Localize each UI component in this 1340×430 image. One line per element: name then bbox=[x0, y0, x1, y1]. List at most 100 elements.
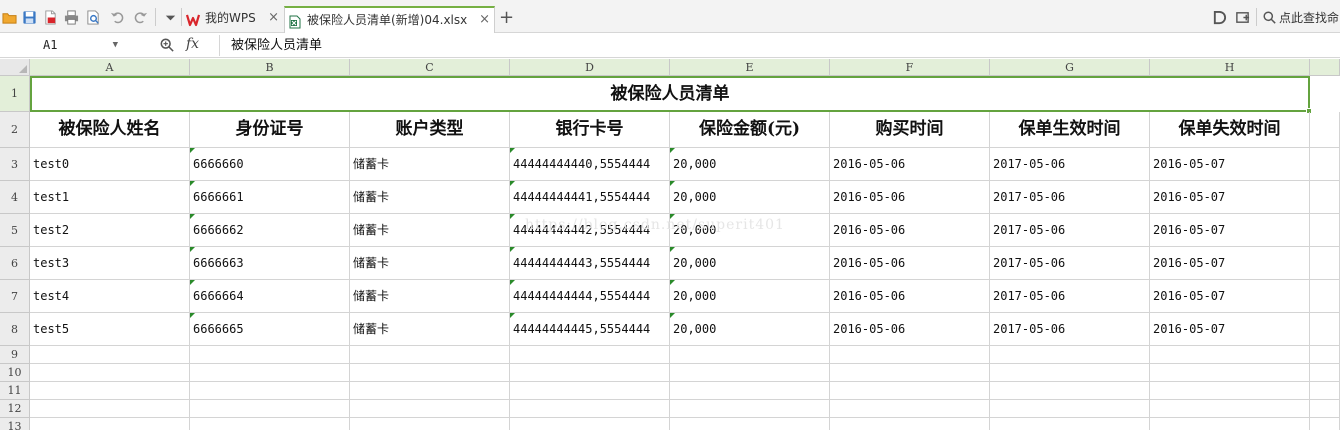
spreadsheet-grid[interactable]: 被保险人员清单 A B C D E F G H 1 2 被保险人姓名 身份证号 账户类型 银行卡号 保险金额… bbox=[0, 59, 1340, 430]
row-header[interactable]: 6 bbox=[0, 247, 30, 280]
grid-cell[interactable] bbox=[990, 418, 1150, 430]
table-cell[interactable]: 44444444441,5554444 bbox=[510, 181, 670, 214]
font-d-icon[interactable] bbox=[1212, 10, 1227, 25]
row-header[interactable]: 7 bbox=[0, 280, 30, 313]
row-header[interactable]: 8 bbox=[0, 313, 30, 346]
table-cell[interactable]: 2016-05-07 bbox=[1150, 247, 1310, 280]
table-cell[interactable]: test3 bbox=[30, 247, 190, 280]
dropdown-icon[interactable] bbox=[163, 10, 178, 25]
table-cell[interactable]: 44444444440,5554444 bbox=[510, 148, 670, 181]
table-cell[interactable]: 储蓄卡 bbox=[350, 181, 510, 214]
grid-cell[interactable] bbox=[990, 346, 1150, 364]
grid-cell[interactable] bbox=[1310, 181, 1340, 214]
column-title-cell[interactable]: 身份证号 bbox=[190, 112, 350, 148]
row-header[interactable]: 2 bbox=[0, 112, 30, 148]
grid-cell[interactable] bbox=[1150, 364, 1310, 382]
row-header[interactable]: 12 bbox=[0, 400, 30, 418]
grid-cell[interactable] bbox=[990, 382, 1150, 400]
grid-cell[interactable] bbox=[1310, 313, 1340, 346]
column-title-cell[interactable]: 账户类型 bbox=[350, 112, 510, 148]
row-header[interactable]: 9 bbox=[0, 346, 30, 364]
grid-cell[interactable] bbox=[670, 364, 830, 382]
column-header[interactable]: E bbox=[670, 59, 830, 76]
table-cell[interactable]: 2016-05-06 bbox=[830, 247, 990, 280]
row-header[interactable]: 5 bbox=[0, 214, 30, 247]
column-header[interactable]: D bbox=[510, 59, 670, 76]
table-cell[interactable]: 2017-05-06 bbox=[990, 313, 1150, 346]
table-cell[interactable]: 44444444445,5554444 bbox=[510, 313, 670, 346]
row-header[interactable]: 11 bbox=[0, 382, 30, 400]
column-title-cell[interactable]: 保单生效时间 bbox=[990, 112, 1150, 148]
column-header[interactable]: F bbox=[830, 59, 990, 76]
table-cell[interactable]: 6666664 bbox=[190, 280, 350, 313]
grid-cell[interactable] bbox=[990, 364, 1150, 382]
grid-cell[interactable] bbox=[1150, 346, 1310, 364]
grid-cell[interactable] bbox=[830, 346, 990, 364]
table-cell[interactable]: 2017-05-06 bbox=[990, 214, 1150, 247]
grid-cell[interactable] bbox=[1310, 346, 1340, 364]
print-preview-icon[interactable] bbox=[86, 10, 101, 25]
grid-cell[interactable] bbox=[350, 382, 510, 400]
table-cell[interactable]: 6666665 bbox=[190, 313, 350, 346]
grid-cell[interactable] bbox=[830, 382, 990, 400]
column-title-cell[interactable]: 保险金额(元) bbox=[670, 112, 830, 148]
grid-cell[interactable] bbox=[1310, 364, 1340, 382]
grid-cell[interactable] bbox=[190, 346, 350, 364]
grid-cell[interactable] bbox=[1310, 112, 1340, 148]
name-box[interactable]: A1 ▼ bbox=[0, 35, 120, 56]
column-title-cell[interactable]: 被保险人姓名 bbox=[30, 112, 190, 148]
command-search[interactable]: 点此查找命 bbox=[1263, 9, 1339, 26]
table-cell[interactable]: 2017-05-06 bbox=[990, 181, 1150, 214]
table-cell[interactable]: 20,000 bbox=[670, 148, 830, 181]
print-icon[interactable] bbox=[64, 10, 79, 25]
table-cell[interactable]: 6666661 bbox=[190, 181, 350, 214]
table-cell[interactable]: 6666660 bbox=[190, 148, 350, 181]
table-cell[interactable]: test0 bbox=[30, 148, 190, 181]
grid-cell[interactable] bbox=[990, 400, 1150, 418]
table-cell[interactable]: 2017-05-06 bbox=[990, 280, 1150, 313]
table-cell[interactable]: 2016-05-07 bbox=[1150, 214, 1310, 247]
grid-cell[interactable] bbox=[190, 400, 350, 418]
column-title-cell[interactable]: 保单失效时间 bbox=[1150, 112, 1310, 148]
table-cell[interactable]: 2017-05-06 bbox=[990, 148, 1150, 181]
column-header[interactable]: C bbox=[350, 59, 510, 76]
table-cell[interactable]: 2016-05-06 bbox=[830, 280, 990, 313]
table-cell[interactable]: 2016-05-06 bbox=[830, 313, 990, 346]
grid-cell[interactable] bbox=[350, 418, 510, 430]
select-all-corner[interactable] bbox=[0, 59, 30, 76]
grid-cell[interactable] bbox=[510, 382, 670, 400]
table-cell[interactable]: 2016-05-07 bbox=[1150, 313, 1310, 346]
grid-cell[interactable] bbox=[30, 364, 190, 382]
table-cell[interactable]: test4 bbox=[30, 280, 190, 313]
column-header[interactable]: B bbox=[190, 59, 350, 76]
grid-cell[interactable] bbox=[1310, 214, 1340, 247]
column-header[interactable] bbox=[1310, 59, 1340, 76]
table-cell[interactable]: 20,000 bbox=[670, 313, 830, 346]
open-folder-icon[interactable] bbox=[2, 10, 17, 25]
table-cell[interactable]: 2016-05-06 bbox=[830, 181, 990, 214]
insert-function-button[interactable]: fx bbox=[186, 36, 199, 52]
new-tab-button[interactable]: + bbox=[499, 7, 514, 28]
grid-cell[interactable] bbox=[1310, 148, 1340, 181]
table-cell[interactable]: test1 bbox=[30, 181, 190, 214]
table-cell[interactable]: 2016-05-07 bbox=[1150, 181, 1310, 214]
tab-workbook[interactable]: 被保险人员清单(新增)04.xlsx × bbox=[284, 6, 495, 33]
column-header[interactable]: G bbox=[990, 59, 1150, 76]
row-header[interactable]: 3 bbox=[0, 148, 30, 181]
row-header[interactable]: 1 bbox=[0, 76, 30, 112]
grid-cell[interactable] bbox=[190, 364, 350, 382]
row-header[interactable]: 4 bbox=[0, 181, 30, 214]
close-icon[interactable]: × bbox=[479, 8, 490, 32]
table-cell[interactable]: 6666663 bbox=[190, 247, 350, 280]
table-cell[interactable]: 44444444444,5554444 bbox=[510, 280, 670, 313]
table-cell[interactable]: test5 bbox=[30, 313, 190, 346]
grid-cell[interactable] bbox=[510, 418, 670, 430]
grid-cell[interactable] bbox=[190, 382, 350, 400]
grid-cell[interactable] bbox=[1310, 280, 1340, 313]
grid-cell[interactable] bbox=[1310, 418, 1340, 430]
grid-cell[interactable] bbox=[1150, 400, 1310, 418]
table-cell[interactable]: 6666662 bbox=[190, 214, 350, 247]
table-cell[interactable]: 44444444443,5554444 bbox=[510, 247, 670, 280]
grid-cell[interactable] bbox=[1310, 247, 1340, 280]
table-cell[interactable]: 储蓄卡 bbox=[350, 313, 510, 346]
